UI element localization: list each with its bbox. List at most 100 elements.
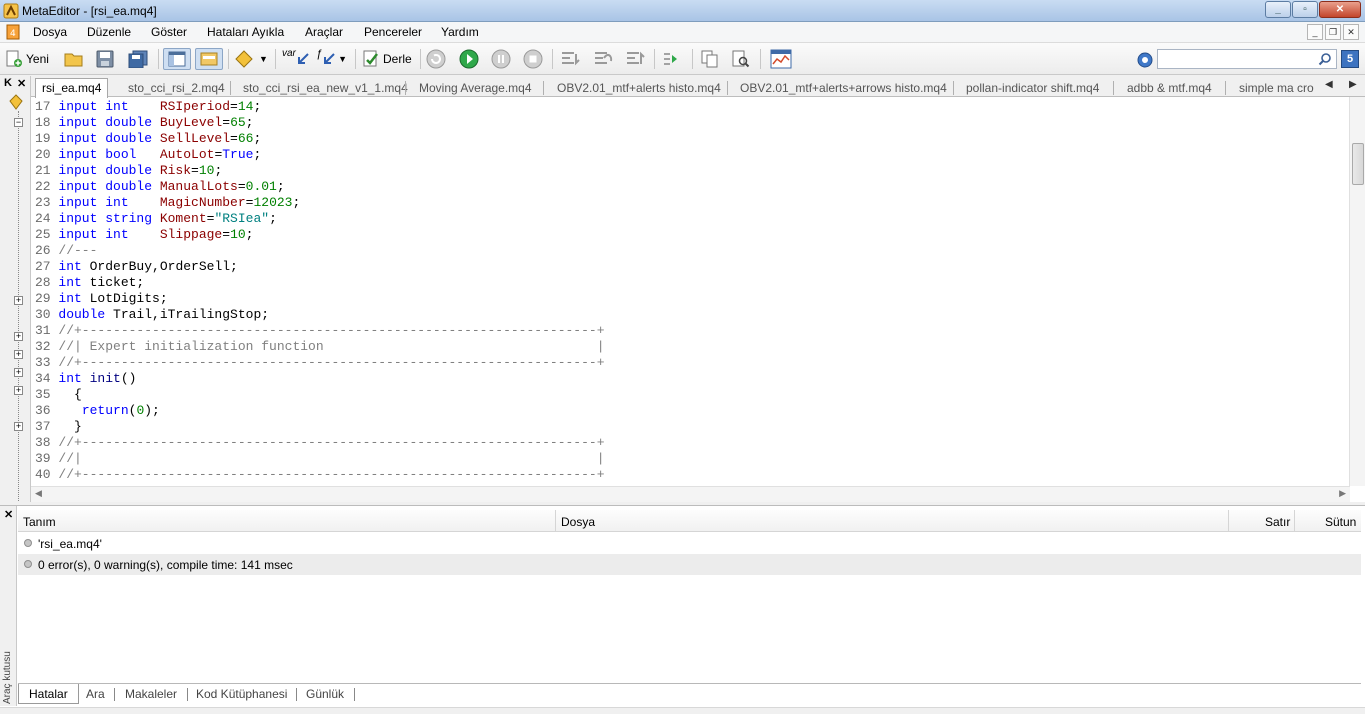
minimize-button[interactable]: _ <box>1265 1 1291 18</box>
code-line[interactable]: 30 double Trail,iTrailingStop; <box>35 307 1345 323</box>
code-line[interactable]: 26 //--- <box>35 243 1345 259</box>
tab-obv-alerts-arrows-histo[interactable]: OBV2.01_mtf+alerts+arrows histo.mq4 <box>734 79 953 97</box>
open-button[interactable] <box>64 48 84 70</box>
code-line[interactable]: 40 //+----------------------------------… <box>35 467 1345 483</box>
stop-button[interactable] <box>523 48 543 70</box>
code-line[interactable]: 33 //+----------------------------------… <box>35 355 1345 371</box>
settings-gear-icon[interactable] <box>1136 51 1154 69</box>
code-line[interactable]: 22 input double ManualLots=0.01; <box>35 179 1345 195</box>
menu-dosya[interactable]: Dosya <box>33 25 67 39</box>
navigator-toggle-button[interactable] <box>163 48 191 70</box>
insert-variable-button[interactable]: var <box>282 48 310 70</box>
table-row[interactable]: 0 error(s), 0 warning(s), compile time: … <box>18 554 1361 575</box>
column-file[interactable]: Dosya <box>561 515 595 529</box>
code-text-area[interactable]: 17 input int RSIperiod=14; 18 input doubl… <box>35 99 1345 485</box>
code-line[interactable]: 25 input int Slippage=10; <box>35 227 1345 243</box>
step-out-button[interactable] <box>624 48 646 70</box>
code-line[interactable]: 34 int init() <box>35 371 1345 387</box>
tab-moving-average[interactable]: Moving Average.mq4 <box>413 79 538 97</box>
menu-goster[interactable]: Göster <box>151 25 187 39</box>
fold-toggle-icon[interactable]: − <box>14 118 23 127</box>
mdi-minimize-button[interactable]: _ <box>1307 24 1323 40</box>
vertical-scroll-thumb[interactable] <box>1352 143 1364 185</box>
fold-toggle-icon[interactable]: + <box>14 422 23 431</box>
menu-yardim[interactable]: Yardım <box>441 25 479 39</box>
code-line[interactable]: 32 //| Expert initialization function | <box>35 339 1345 355</box>
code-line[interactable]: 24 input string Koment="RSIea"; <box>35 211 1345 227</box>
code-line[interactable]: 29 int LotDigits; <box>35 291 1345 307</box>
tab-scroll-left-icon[interactable]: ◀ <box>1325 79 1333 90</box>
find-in-files-button[interactable] <box>731 48 751 70</box>
tab-code-base[interactable]: Kod Kütüphanesi <box>186 684 297 704</box>
toolbox-toggle-button[interactable] <box>195 48 223 70</box>
toolbox-close-icon[interactable]: ✕ <box>4 508 13 521</box>
maximize-button[interactable]: ▫ <box>1292 1 1318 18</box>
column-description[interactable]: Tanım <box>23 515 56 529</box>
code-line[interactable]: 37 } <box>35 419 1345 435</box>
fold-toggle-icon[interactable]: + <box>14 350 23 359</box>
pause-button[interactable] <box>491 48 511 70</box>
step-into-button[interactable] <box>559 48 581 70</box>
start-debug-button[interactable] <box>459 48 479 70</box>
code-line[interactable]: 17 input int RSIperiod=14; <box>35 99 1345 115</box>
close-button[interactable]: ✕ <box>1319 1 1361 18</box>
tab-adbb-mtf[interactable]: adbb & mtf.mq4 <box>1121 79 1218 97</box>
search-icon[interactable] <box>1318 52 1332 66</box>
fold-toggle-icon[interactable]: + <box>14 296 23 305</box>
tab-pollan-indicator[interactable]: pollan-indicator shift.mq4 <box>960 79 1105 97</box>
code-line[interactable]: 20 input bool AutoLot=True; <box>35 147 1345 163</box>
document-icon[interactable]: 4 <box>6 24 20 40</box>
save-button[interactable] <box>96 48 114 70</box>
tab-errors[interactable]: Hatalar <box>18 684 79 704</box>
column-line[interactable]: Satır <box>1265 515 1290 529</box>
tab-simple-ma-cross[interactable]: simple ma cro <box>1233 79 1321 97</box>
code-line[interactable]: 18 input double BuyLevel=65; <box>35 115 1345 131</box>
tab-scroll-right-icon[interactable]: ▶ <box>1349 79 1357 90</box>
menu-araclar[interactable]: Araçlar <box>305 25 343 39</box>
tab-sto-cci-rsi-ea-new[interactable]: sto_cci_rsi_ea_new_v1_1.mq4 <box>237 79 414 97</box>
tab-journal[interactable]: Günlük <box>296 684 354 704</box>
new-button[interactable]: Yeni <box>5 48 49 70</box>
code-line[interactable]: 38 //+----------------------------------… <box>35 435 1345 451</box>
code-line[interactable]: 19 input double SellLevel=66; <box>35 131 1345 147</box>
search-input[interactable] <box>1158 50 1308 68</box>
scroll-left-icon[interactable]: ◀ <box>35 488 42 499</box>
restart-button[interactable] <box>426 48 446 70</box>
menu-hatalari-ayikla[interactable]: Hataları Ayıkla <box>207 25 284 39</box>
terminal-button[interactable] <box>770 48 792 70</box>
menu-duzenle[interactable]: Düzenle <box>87 25 131 39</box>
navigator-close-icon[interactable]: ✕ <box>17 77 26 90</box>
bookmark-icon[interactable] <box>8 94 24 110</box>
tab-sto-cci-rsi-2[interactable]: sto_cci_rsi_2.mq4 <box>122 79 231 97</box>
tab-articles[interactable]: Makaleler <box>115 684 187 704</box>
code-line[interactable]: 21 input double Risk=10; <box>35 163 1345 179</box>
mdi-restore-button[interactable]: ❐ <box>1325 24 1341 40</box>
fold-toggle-icon[interactable]: + <box>14 332 23 341</box>
insert-function-button[interactable]: ƒ ▼ <box>316 48 347 70</box>
code-line[interactable]: 31 //+----------------------------------… <box>35 323 1345 339</box>
fold-toggle-icon[interactable]: + <box>14 368 23 377</box>
vertical-scrollbar[interactable] <box>1349 97 1365 486</box>
navigator-pin-icon[interactable]: K <box>4 77 12 89</box>
code-line[interactable]: 35 { <box>35 387 1345 403</box>
code-line[interactable]: 39 //| | <box>35 451 1345 467</box>
compile-button[interactable]: Derle <box>362 48 412 70</box>
notification-badge[interactable]: 5 <box>1341 50 1359 68</box>
scroll-right-icon[interactable]: ▶ <box>1339 488 1346 499</box>
code-line[interactable]: 27 int OrderBuy,OrderSell; <box>35 259 1345 275</box>
fold-toggle-icon[interactable]: + <box>14 386 23 395</box>
tab-search[interactable]: Ara <box>76 684 115 704</box>
insert-resource-button[interactable]: ▼ <box>234 48 268 70</box>
tab-rsi-ea[interactable]: rsi_ea.mq4 <box>35 78 109 98</box>
save-all-button[interactable] <box>128 48 148 70</box>
tab-obv-alerts-histo[interactable]: OBV2.01_mtf+alerts histo.mq4 <box>551 79 727 97</box>
column-column[interactable]: Sütun <box>1325 515 1356 529</box>
code-line[interactable]: 36 return(0); <box>35 403 1345 419</box>
horizontal-scrollbar[interactable]: ◀ ▶ <box>31 486 1350 502</box>
step-over-button[interactable] <box>592 48 614 70</box>
menu-pencereler[interactable]: Pencereler <box>364 25 422 39</box>
code-line[interactable]: 28 int ticket; <box>35 275 1345 291</box>
code-line[interactable]: 23 input int MagicNumber=12023; <box>35 195 1345 211</box>
go-to-button[interactable] <box>662 48 682 70</box>
table-row[interactable]: 'rsi_ea.mq4' <box>18 533 1361 554</box>
